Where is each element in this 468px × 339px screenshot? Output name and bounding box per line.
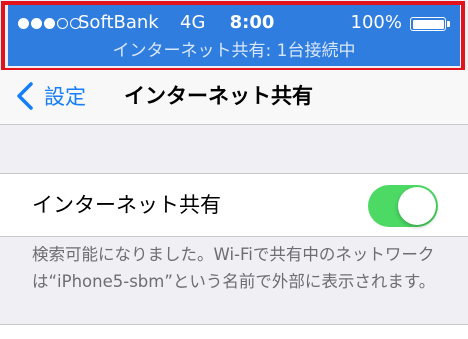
back-button-label: 設定 — [44, 85, 86, 109]
personal-hotspot-label: インターネット共有 — [32, 193, 221, 217]
hotspot-footnote: 検索可能になりました。Wi-Fiで共有中のネットワークは“iPhone5-sbm… — [32, 245, 436, 291]
next-settings-row — [0, 324, 468, 339]
personal-hotspot-row: インターネット共有 — [0, 173, 468, 237]
toggle-knob — [398, 187, 436, 225]
highlight-frame — [1, 1, 465, 72]
page-title: インターネット共有 — [124, 84, 313, 108]
chevron-left-icon — [17, 82, 33, 110]
back-button[interactable]: 設定 — [14, 80, 86, 112]
personal-hotspot-toggle[interactable] — [368, 185, 438, 227]
navigation-bar: 設定 インターネット共有 — [0, 70, 468, 125]
